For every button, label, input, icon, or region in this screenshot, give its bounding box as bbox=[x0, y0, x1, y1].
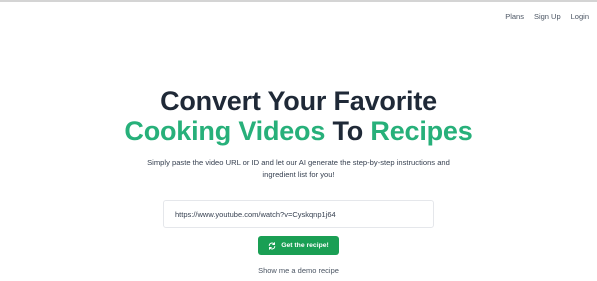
headline-line-2: Cooking Videos To Recipes bbox=[0, 116, 597, 146]
headline-word-cooking: Cooking bbox=[124, 116, 232, 146]
headline-word-videos: Videos bbox=[238, 116, 326, 146]
nav-plans-link[interactable]: Plans bbox=[505, 12, 524, 21]
demo-recipe-link[interactable]: Show me a demo recipe bbox=[0, 266, 597, 275]
headline-line-1: Convert Your Favorite bbox=[160, 86, 437, 116]
top-border bbox=[0, 0, 597, 2]
headline-word-recipes: Recipes bbox=[370, 116, 473, 146]
hero-subtitle: Simply paste the video URL or ID and let… bbox=[147, 158, 450, 179]
nav-signup-link[interactable]: Sign Up bbox=[534, 12, 561, 21]
top-nav: Plans Sign Up Login bbox=[505, 12, 589, 21]
nav-login-link[interactable]: Login bbox=[571, 12, 589, 21]
video-url-input[interactable] bbox=[163, 200, 434, 228]
get-recipe-button-label: Get the recipe! bbox=[281, 242, 329, 249]
get-recipe-button[interactable]: Get the recipe! bbox=[258, 236, 339, 255]
headline-word-to: To bbox=[332, 116, 364, 146]
refresh-icon bbox=[268, 241, 276, 250]
